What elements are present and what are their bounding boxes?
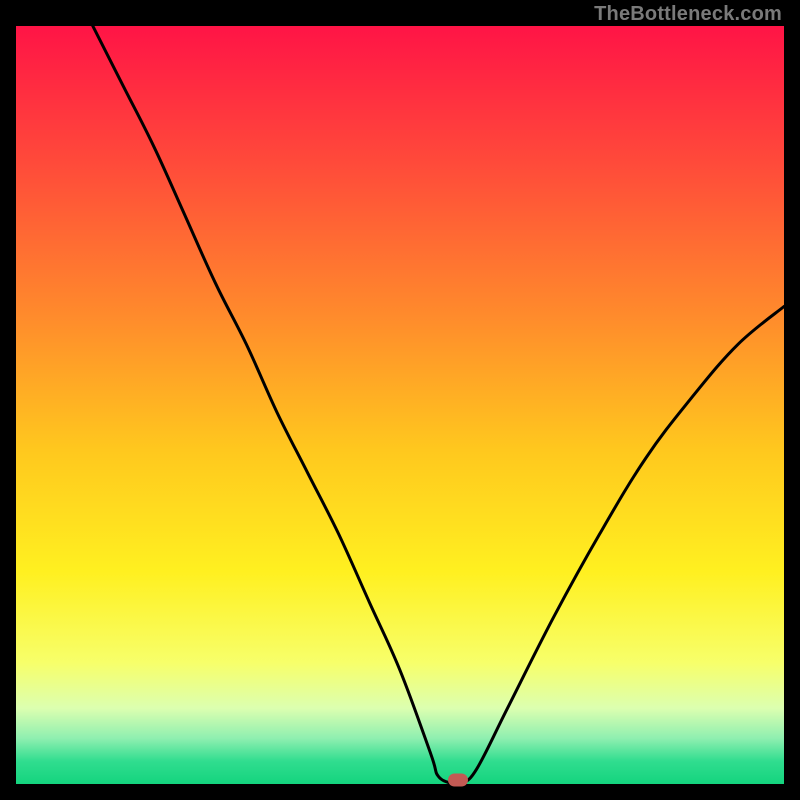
bottleneck-chart [16, 26, 784, 784]
optimal-point-marker [448, 774, 468, 787]
chart-frame [16, 26, 784, 784]
watermark-text: TheBottleneck.com [594, 3, 782, 26]
